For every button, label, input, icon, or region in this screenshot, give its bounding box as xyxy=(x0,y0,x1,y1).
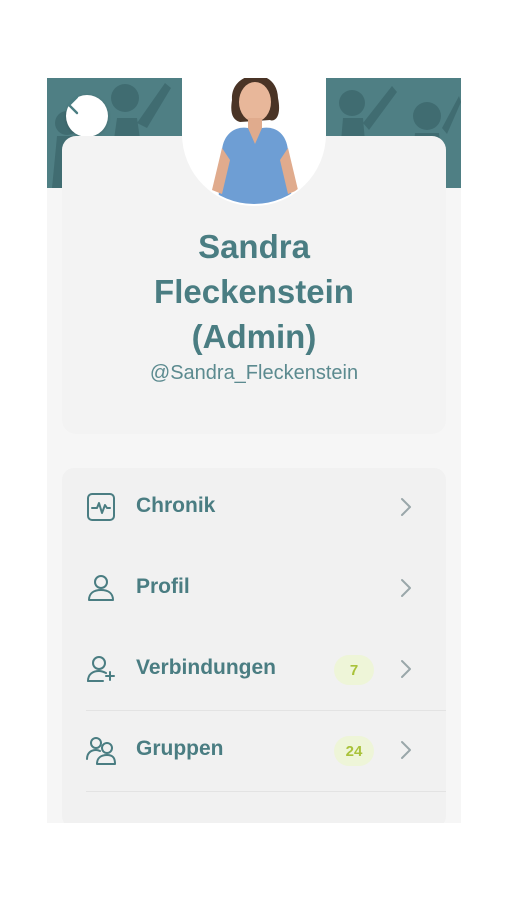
groups-count-badge: 24 xyxy=(334,736,374,766)
chevron-right-icon xyxy=(401,498,411,516)
back-button[interactable] xyxy=(66,95,108,137)
menu-item-verbindungen[interactable]: Verbindungen 7 xyxy=(62,630,446,710)
menu-item-profil[interactable]: Profil xyxy=(62,549,446,629)
avatar-photo xyxy=(182,78,326,204)
profile-name-line2: Fleckenstein xyxy=(154,273,354,310)
profile-name-line1: Sandra xyxy=(198,228,310,265)
chevron-left-icon xyxy=(67,95,79,115)
menu-item-chronik[interactable]: Chronik xyxy=(62,468,446,548)
menu-item-label: Profil xyxy=(136,575,190,598)
menu-item-label: Chronik xyxy=(136,494,216,517)
add-user-icon xyxy=(87,656,115,682)
menu-item-label: Verbindungen xyxy=(136,656,277,679)
profile-handle: @Sandra_Fleckenstein xyxy=(149,362,359,384)
chevron-right-icon xyxy=(401,579,411,597)
menu-item-label: Gruppen xyxy=(136,737,224,760)
profile-name-line3: (Admin) xyxy=(191,318,317,355)
divider xyxy=(86,791,446,792)
menu-item-gruppen[interactable]: Gruppen 24 xyxy=(62,711,446,791)
activity-icon xyxy=(87,493,115,521)
profile-name: Sandra Fleckenstein (Admin) xyxy=(47,224,461,359)
group-icon xyxy=(86,737,116,765)
chevron-right-icon xyxy=(401,660,411,678)
profile-screen: Sandra Fleckenstein (Admin) @Sandra_Flec… xyxy=(47,78,461,823)
user-icon xyxy=(88,575,114,601)
chevron-right-icon xyxy=(401,741,411,759)
connections-count-badge: 7 xyxy=(334,655,374,685)
profile-menu: Chronik Profil Verbindungen 7 Gruppen 24 xyxy=(62,468,446,823)
